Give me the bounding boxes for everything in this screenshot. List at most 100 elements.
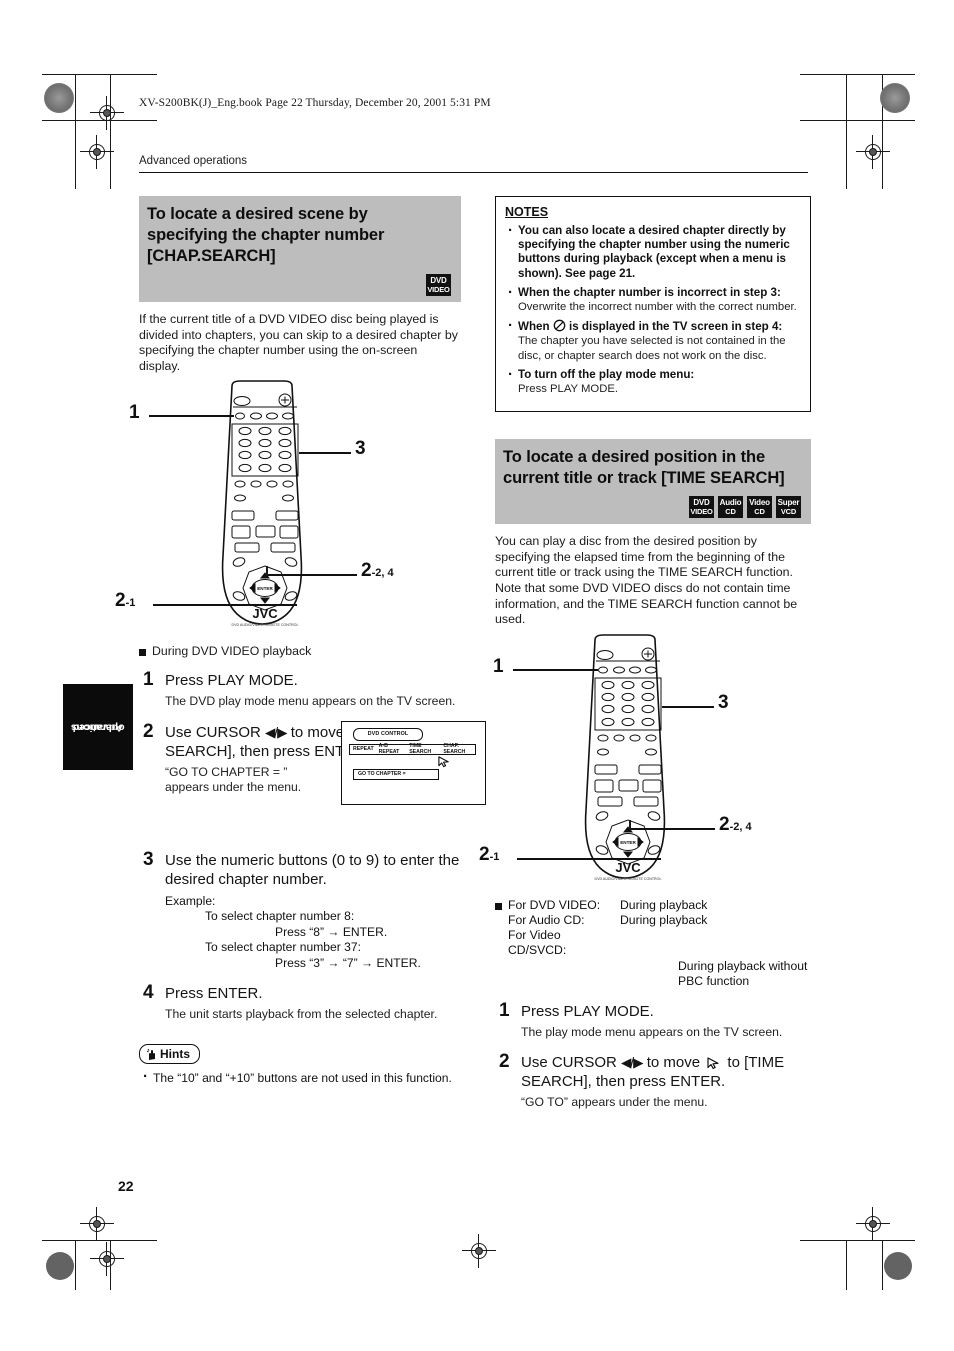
- step-2: 2 Use CURSOR ◀/▶ to move to [CHAP. SEARC…: [139, 720, 486, 805]
- step-number: 1: [499, 1000, 510, 1022]
- step-lead: Press PLAY MODE.: [521, 1003, 654, 1021]
- prohibited-icon: [553, 319, 566, 332]
- note-plain: The chapter you have selected is not con…: [518, 335, 786, 362]
- square-bullet-icon: [495, 902, 502, 910]
- tv-menu-item-ab-repeat: A-B REPEAT: [378, 743, 400, 756]
- hints-block: Hints The “10” and “+10” buttons are not…: [139, 1044, 461, 1085]
- dvd-video-badge: DVD VIDEO: [426, 274, 451, 296]
- step-lead: Use CURSOR ◀/▶ to move to [TIME SEARCH],…: [521, 1054, 785, 1091]
- note-item: To turn off the play mode menu: Press PL…: [505, 366, 800, 396]
- leader-2-1: [153, 604, 297, 607]
- chap-search-banner: To locate a desired scene by specifying …: [139, 196, 461, 302]
- example-label: Example:: [165, 893, 216, 908]
- page-number: 22: [118, 1178, 134, 1194]
- remote-illustration-left-wrap: JVC DVD AUDIO/VIDEO REMOTE CONTROL ENTER…: [115, 380, 461, 632]
- cursor-arrows-glyph: ◀/▶: [621, 1055, 643, 1071]
- note-bold: When is displayed in the TV screen in st…: [518, 319, 783, 334]
- remote-illustration-left: JVC DVD AUDIO/VIDEO REMOTE CONTROL ENTER: [187, 380, 337, 632]
- note-item: When is displayed in the TV screen in st…: [505, 317, 800, 363]
- example-line-3: To select chapter number 37:: [205, 940, 361, 955]
- step-lead: Use the numeric buttons (0 to 9) to ente…: [165, 851, 460, 888]
- time-search-banner: To locate a desired position in the curr…: [495, 439, 811, 525]
- dvd-video-badge: DVD VIDEO: [689, 496, 714, 519]
- step-number: 4: [143, 982, 154, 1004]
- step-number: 3: [143, 848, 154, 870]
- note-bold: You can also locate a desired chapter di…: [518, 224, 790, 280]
- step-3-example: Example: To select chapter number 8: Pre…: [165, 894, 461, 971]
- super-vcd-badge: Super VCD: [776, 496, 801, 519]
- note-plain: Press PLAY MODE.: [518, 383, 619, 396]
- note-bold: When the chapter number is incorrect in …: [518, 285, 781, 299]
- svg-text:ENTER: ENTER: [257, 586, 273, 591]
- notes-title: NOTES: [505, 205, 549, 219]
- step-number: 1: [143, 669, 154, 691]
- tv-menu-item-chap-search: CHAP. SEARCH: [443, 743, 466, 756]
- chap-search-intro: If the current title of a DVD VIDEO disc…: [139, 312, 458, 373]
- example-line-4: Press “3” → “7” → ENTER.: [275, 955, 421, 970]
- svg-text:DVD AUDIO/VIDEO REMOTE CONTROL: DVD AUDIO/VIDEO REMOTE CONTROL: [232, 623, 299, 627]
- leader-2-2: [630, 827, 715, 830]
- side-tab-advanced-operations: Advanced operations: [63, 684, 133, 770]
- tv-goto-chapter-field: GO TO CHAPTER =: [353, 768, 439, 780]
- leader-2-2: [267, 574, 357, 577]
- step-sub: The play mode menu appears on the TV scr…: [521, 1025, 783, 1040]
- hint-item: The “10” and “+10” buttons are not used …: [139, 1068, 461, 1085]
- remote-callout-2-2-4: 2-2, 4: [719, 813, 752, 835]
- condition-row: For Video CD/SVCD:: [508, 928, 567, 958]
- hints-label: Hints: [160, 1047, 190, 1062]
- example-line-1: To select chapter number 8:: [205, 909, 355, 924]
- tv-menu-item-time-search: TIME SEARCH: [409, 743, 432, 756]
- step-lead: Press ENTER.: [165, 985, 263, 1003]
- time-search-conditions: For DVD VIDEO: During playback For Audio …: [495, 898, 811, 989]
- remote-illustration-right-wrap: JVC DVD AUDIO/VIDEO REMOTE CONTROL ENTER…: [479, 633, 811, 884]
- step-sub: “GO TO CHAPTER = ” appears under the men…: [165, 764, 302, 794]
- badge-bottom: VIDEO: [427, 285, 450, 294]
- notes-box: NOTES You can also locate a desired chap…: [495, 196, 811, 413]
- badge-top: DVD: [430, 276, 447, 285]
- condition-row: For DVD VIDEO: During playback: [508, 897, 708, 912]
- svg-text:DVD AUDIO/VIDEO REMOTE CONTROL: DVD AUDIO/VIDEO REMOTE CONTROL: [595, 877, 662, 881]
- registration-mark-center-bottom: [462, 1234, 496, 1268]
- step-1: 1 Press PLAY MODE. The DVD play mode men…: [139, 669, 461, 709]
- svg-text:JVC: JVC: [615, 860, 641, 875]
- side-tab-line2: operations: [71, 721, 125, 734]
- square-bullet-icon: [139, 649, 146, 657]
- time-search-badges: DVD VIDEO Audio CD Video CD Super VCD: [503, 496, 801, 519]
- cursor-arrows-glyph: ◀/▶: [265, 724, 287, 740]
- hints-caption: Hints: [139, 1044, 200, 1065]
- step-number: 2: [143, 720, 154, 742]
- step-1: 1 Press PLAY MODE. The play mode menu ap…: [495, 1000, 811, 1040]
- remote-callout-2-2-4: 2-2, 4: [361, 560, 394, 582]
- remote-callout-2-1: 2-1: [479, 843, 500, 865]
- chap-search-badges: DVD VIDEO: [147, 274, 451, 296]
- chap-search-title: To locate a desired scene by specifying …: [147, 205, 385, 265]
- header-rule: [139, 172, 808, 174]
- leader-3: [299, 452, 351, 455]
- time-search-intro: You can play a disc from the desired pos…: [495, 534, 798, 627]
- step-4: 4 Press ENTER. The unit starts playback …: [139, 982, 461, 1022]
- condition-row: For Audio CD: During playback: [508, 913, 708, 927]
- tv-menu-bar: REPEAT A-B REPEAT TIME SEARCH CHAP. SEAR…: [349, 743, 476, 756]
- leader-1: [149, 415, 234, 418]
- remote-callout-1: 1: [129, 402, 140, 424]
- right-column: NOTES You can also locate a desired chap…: [479, 196, 811, 1110]
- condition-row: During playback without PBC function: [678, 958, 808, 988]
- document-page: XV-S200BK(J)_Eng.book Page 22 Thursday, …: [0, 0, 954, 1351]
- note-item: You can also locate a desired chapter di…: [505, 222, 800, 281]
- note-bold: To turn off the play mode menu:: [518, 367, 695, 381]
- left-column: To locate a desired scene by specifying …: [115, 196, 486, 1085]
- section-header: Advanced operations: [139, 155, 248, 167]
- video-cd-badge: Video CD: [747, 496, 772, 519]
- note-plain: Overwrite the incorrect number with the …: [518, 301, 797, 314]
- audio-cd-badge: Audio CD: [718, 496, 743, 519]
- step-sub: The unit starts playback from the select…: [165, 1007, 438, 1022]
- tv-dvd-control-label: DVD CONTROL: [353, 727, 423, 741]
- book-file-header: XV-S200BK(J)_Eng.book Page 22 Thursday, …: [139, 97, 491, 109]
- time-search-title: To locate a desired position in the curr…: [503, 448, 785, 488]
- leader-2-1: [517, 857, 661, 860]
- pointer-cursor-icon: [706, 1056, 721, 1070]
- tv-screen-illustration: DVD CONTROL REPEAT A-B REPEAT TIME SEARC…: [341, 720, 486, 805]
- svg-text:ENTER: ENTER: [620, 840, 636, 845]
- leader-3: [662, 705, 714, 708]
- remote-callout-3: 3: [718, 691, 729, 713]
